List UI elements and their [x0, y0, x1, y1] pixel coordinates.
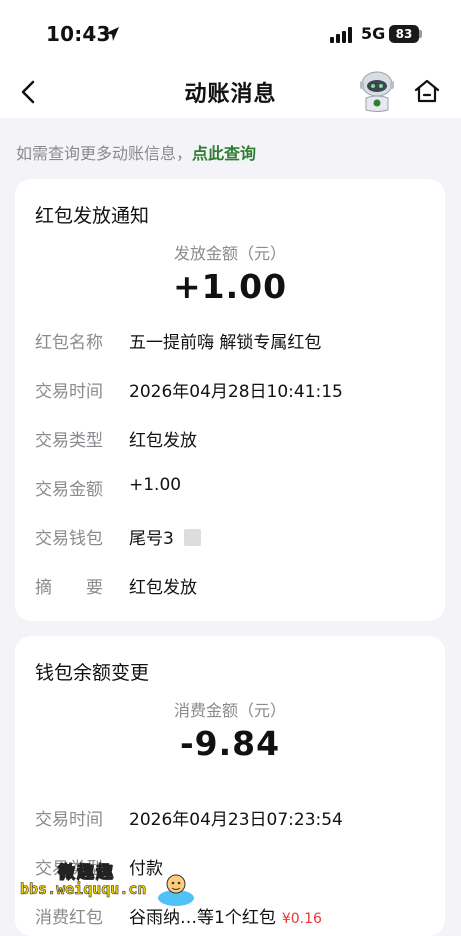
battery-tip [419, 30, 422, 38]
network-label: 5G [361, 24, 386, 43]
row-label: 交易金额 [35, 480, 103, 500]
row-label: 红包名称 [35, 333, 103, 353]
balance-change-card: 钱包余额变更 消费金额（元） -9.84 交易时间 2026年04月23日07:… [15, 636, 445, 936]
signal-icon [330, 27, 352, 43]
row-value: 2026年04月23日07:23:54 [129, 810, 343, 830]
status-time: 10:43 [46, 22, 111, 46]
row-value: 五一提前嗨 解锁专属红包 [129, 333, 322, 353]
notice-text: 如需查询更多动账信息，点此查询 [16, 140, 256, 164]
red-packet-name: 谷雨纳…等1个红包 [129, 908, 276, 928]
nav-bar: 动账消息 [0, 66, 461, 118]
row-label: 交易钱包 [35, 529, 103, 549]
row-value: 付款 [129, 859, 163, 879]
battery-icon: 83 [389, 25, 419, 43]
amount-label: 发放金额（元） [173, 244, 286, 263]
red-packet-amount: ¥0.16 [281, 911, 322, 927]
amount-value: -9.84 [179, 724, 281, 763]
status-bar: 10:43 5G 83 [0, 0, 461, 66]
row-value: 2026年04月28日10:41:15 [129, 382, 343, 402]
row-value: 谷雨纳…等1个红包 ¥0.16 [129, 903, 322, 928]
row-label: 交易时间 [35, 810, 103, 830]
amount-label: 消费金额（元） [173, 701, 286, 720]
amount-value: +1.00 [172, 267, 288, 306]
card-title: 钱包余额变更 [35, 662, 150, 684]
location-arrow-icon [105, 27, 119, 41]
wallet-suffix: 尾号3 [129, 529, 174, 549]
row-value: 尾号3 [129, 524, 201, 549]
card-title: 红包发放通知 [35, 205, 150, 227]
notice-message: 如需查询更多动账信息， [16, 144, 193, 163]
row-label: 交易类型 [35, 431, 103, 451]
row-label: 摘 要 [35, 578, 103, 598]
row-label: 交易时间 [35, 382, 103, 402]
query-link[interactable]: 点此查询 [192, 144, 256, 163]
row-label: 消费红包 [35, 908, 103, 928]
home-icon[interactable] [413, 77, 441, 105]
row-value: +1.00 [129, 475, 182, 495]
row-value: 红包发放 [129, 431, 197, 451]
row-value: 红包发放 [129, 578, 197, 598]
red-packet-card: 红包发放通知 发放金额（元） +1.00 红包名称 五一提前嗨 解锁专属红包 交… [15, 179, 445, 621]
robot-avatar-icon[interactable] [357, 70, 397, 114]
wallet-redaction [183, 529, 201, 546]
row-label: 交易类型 [35, 859, 103, 879]
